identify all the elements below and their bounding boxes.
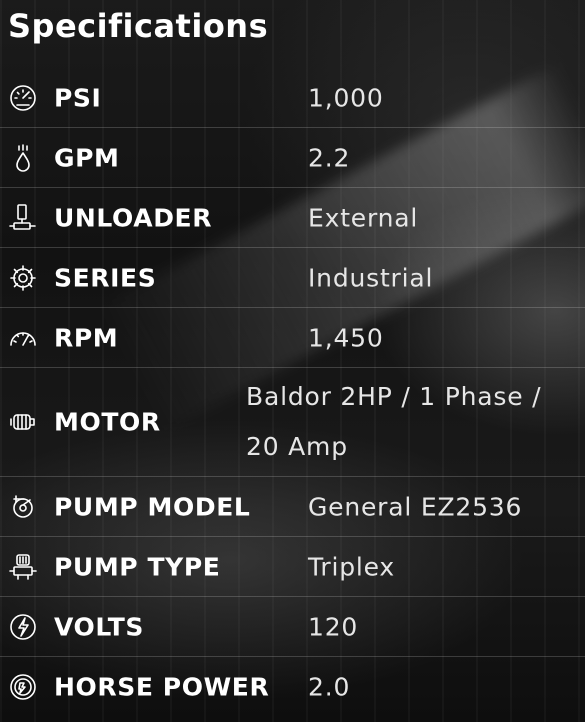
spec-label: HORSE POWER xyxy=(54,672,270,702)
pressure-gauge-icon xyxy=(6,81,40,115)
spec-label: PUMP TYPE xyxy=(54,552,221,581)
spec-label: VOLTS xyxy=(54,612,145,641)
spec-label: UNLOADER xyxy=(54,203,213,232)
unloader-valve-icon xyxy=(6,201,40,235)
triplex-pump-icon xyxy=(6,550,40,584)
spec-row-rpm: RPM 1,450 xyxy=(0,308,585,368)
pump-icon xyxy=(6,490,40,524)
spec-row-series: SERIES Industrial xyxy=(0,248,585,308)
spec-row-psi: PSI 1,000 xyxy=(0,68,585,128)
gear-icon xyxy=(6,261,40,295)
spec-value: Baldor 2HP / 1 Phase / 20 Amp xyxy=(246,382,542,461)
spec-value: General EZ2536 xyxy=(308,492,523,521)
spec-value: Industrial xyxy=(308,263,434,292)
spec-label: RPM xyxy=(54,323,119,352)
spec-value: 120 xyxy=(308,612,359,641)
speedometer-icon xyxy=(6,321,40,355)
spec-label: MOTOR xyxy=(54,407,161,437)
spec-row-pump-model: PUMP MODEL General EZ2536 xyxy=(0,477,585,537)
spec-value: 2.2 xyxy=(308,143,351,172)
page-title: Specifications xyxy=(8,7,269,45)
spec-row-pump-type: PUMP TYPE Triplex xyxy=(0,537,585,597)
specifications-table: PSI 1,000 GPM 2.2 UNLOADER External SERI… xyxy=(0,68,585,717)
horsepower-icon xyxy=(6,670,40,704)
spec-row-horse-power: HORSE POWER 2.0 xyxy=(0,657,585,717)
spec-value: Triplex xyxy=(308,552,395,581)
spec-label: PUMP MODEL xyxy=(54,492,251,521)
water-drop-icon xyxy=(6,141,40,175)
spec-label: GPM xyxy=(54,143,120,172)
spec-value: 1,000 xyxy=(308,83,384,112)
spec-row-unloader: UNLOADER External xyxy=(0,188,585,248)
spec-label: SERIES xyxy=(54,263,157,292)
spec-row-gpm: GPM 2.2 xyxy=(0,128,585,188)
spec-value: 2.0 xyxy=(308,672,351,702)
spec-value: External xyxy=(308,203,419,232)
lightning-bolt-icon xyxy=(6,610,40,644)
spec-row-volts: VOLTS 120 xyxy=(0,597,585,657)
motor-icon xyxy=(6,405,40,439)
spec-row-motor: MOTOR Baldor 2HP / 1 Phase / 20 Amp xyxy=(0,368,585,477)
spec-value: 1,450 xyxy=(308,323,384,352)
spec-label: PSI xyxy=(54,83,102,112)
